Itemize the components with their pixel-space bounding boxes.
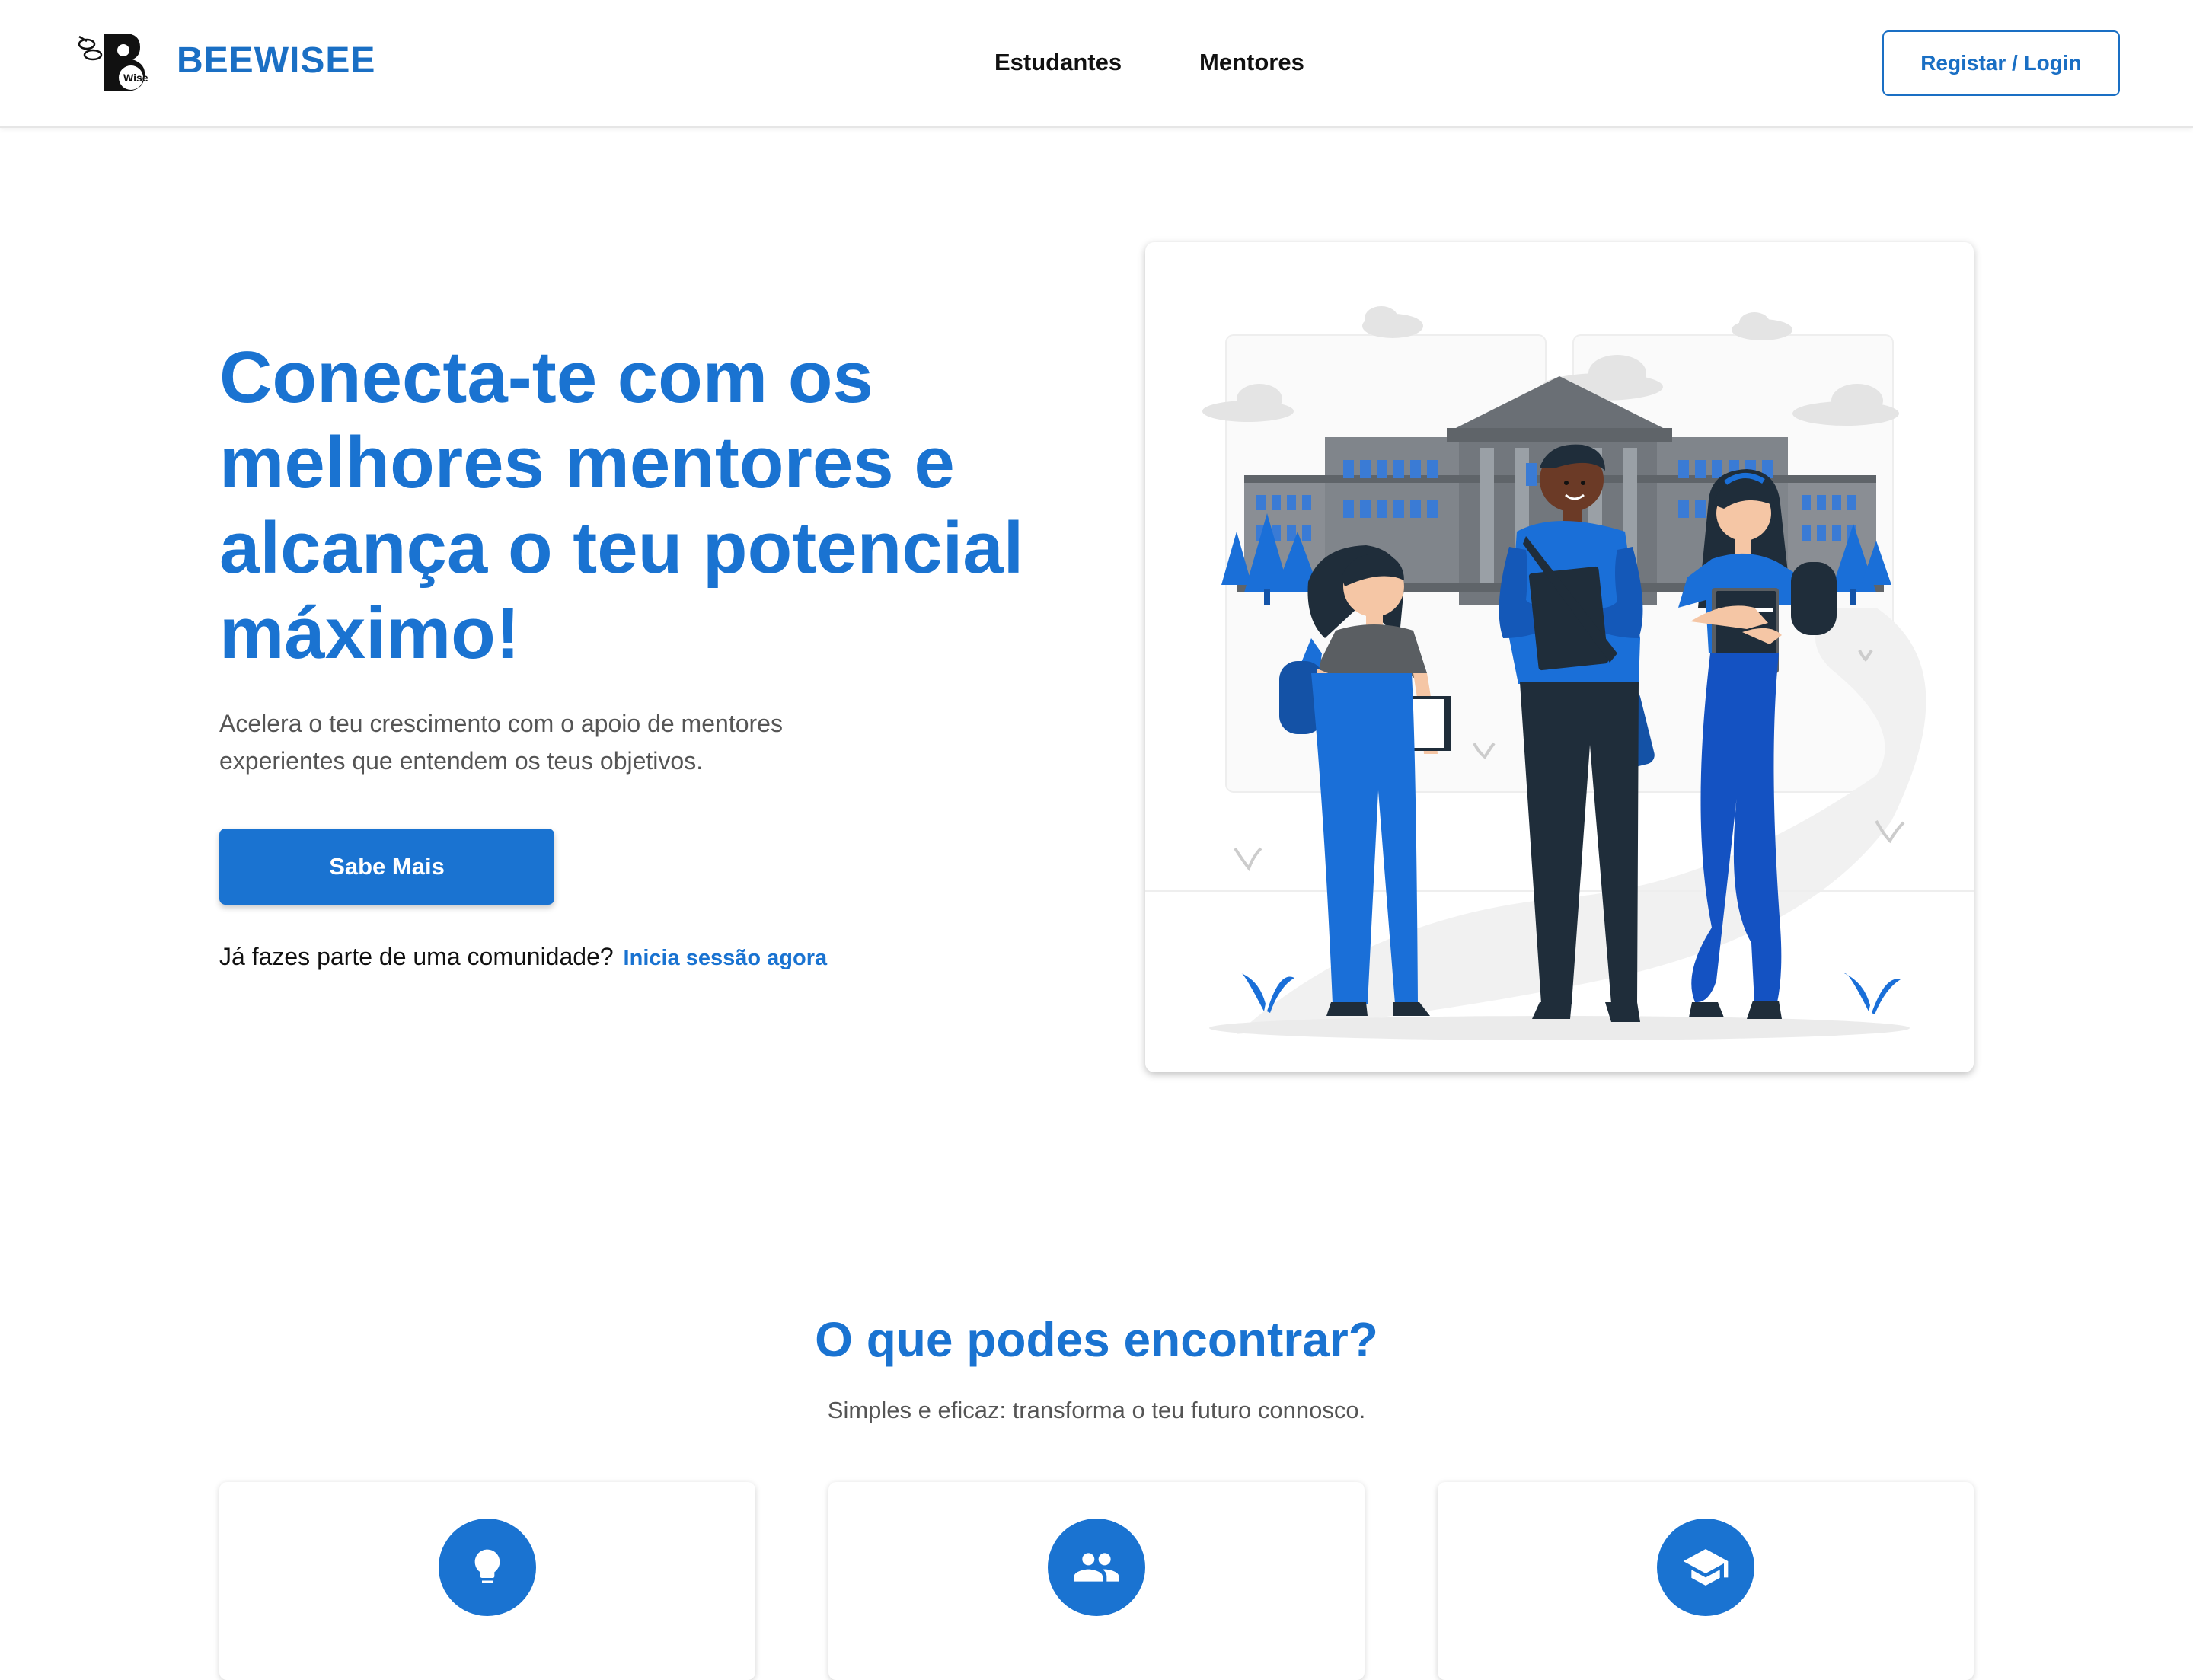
logo-wise-text: Wise bbox=[123, 72, 148, 84]
signin-prompt-text: Já fazes parte de uma comunidade? bbox=[219, 943, 614, 970]
nav-estudantes[interactable]: Estudantes bbox=[994, 49, 1122, 76]
top-navbar: Wise BEEWISEE Estudantes Mentores Regist… bbox=[0, 0, 2193, 128]
graduation-cap-icon bbox=[1657, 1519, 1754, 1616]
features-subtitle: Simples e eficaz: transforma o teu futur… bbox=[827, 1397, 1366, 1423]
students-school-illustration bbox=[1145, 306, 1974, 1040]
brand-name[interactable]: BEEWISEE bbox=[177, 40, 375, 81]
hero-subtitle: Acelera o teu crescimento com o apoio de… bbox=[219, 710, 783, 775]
lightbulb-icon bbox=[439, 1519, 536, 1616]
register-login-button[interactable]: Registar / Login bbox=[1882, 30, 2120, 96]
signin-link[interactable]: Inicia sessão agora bbox=[624, 946, 828, 970]
signin-prompt-row: Já fazes parte de uma comunidade? Inicia… bbox=[219, 943, 827, 971]
features-title: O que podes encontrar? bbox=[815, 1312, 1378, 1367]
feature-card-2[interactable] bbox=[828, 1482, 1365, 1680]
feature-card-3[interactable] bbox=[1438, 1482, 1974, 1680]
learn-more-button[interactable]: Sabe Mais bbox=[219, 829, 554, 905]
feature-card-1[interactable] bbox=[219, 1482, 755, 1680]
bee-logo-icon[interactable]: Wise bbox=[76, 29, 152, 94]
people-icon bbox=[1048, 1519, 1145, 1616]
hero-illustration-card bbox=[1145, 242, 1974, 1072]
nav-mentores[interactable]: Mentores bbox=[1199, 49, 1304, 76]
hero-title: Conecta-te com os melhores mentores e al… bbox=[219, 337, 1024, 674]
